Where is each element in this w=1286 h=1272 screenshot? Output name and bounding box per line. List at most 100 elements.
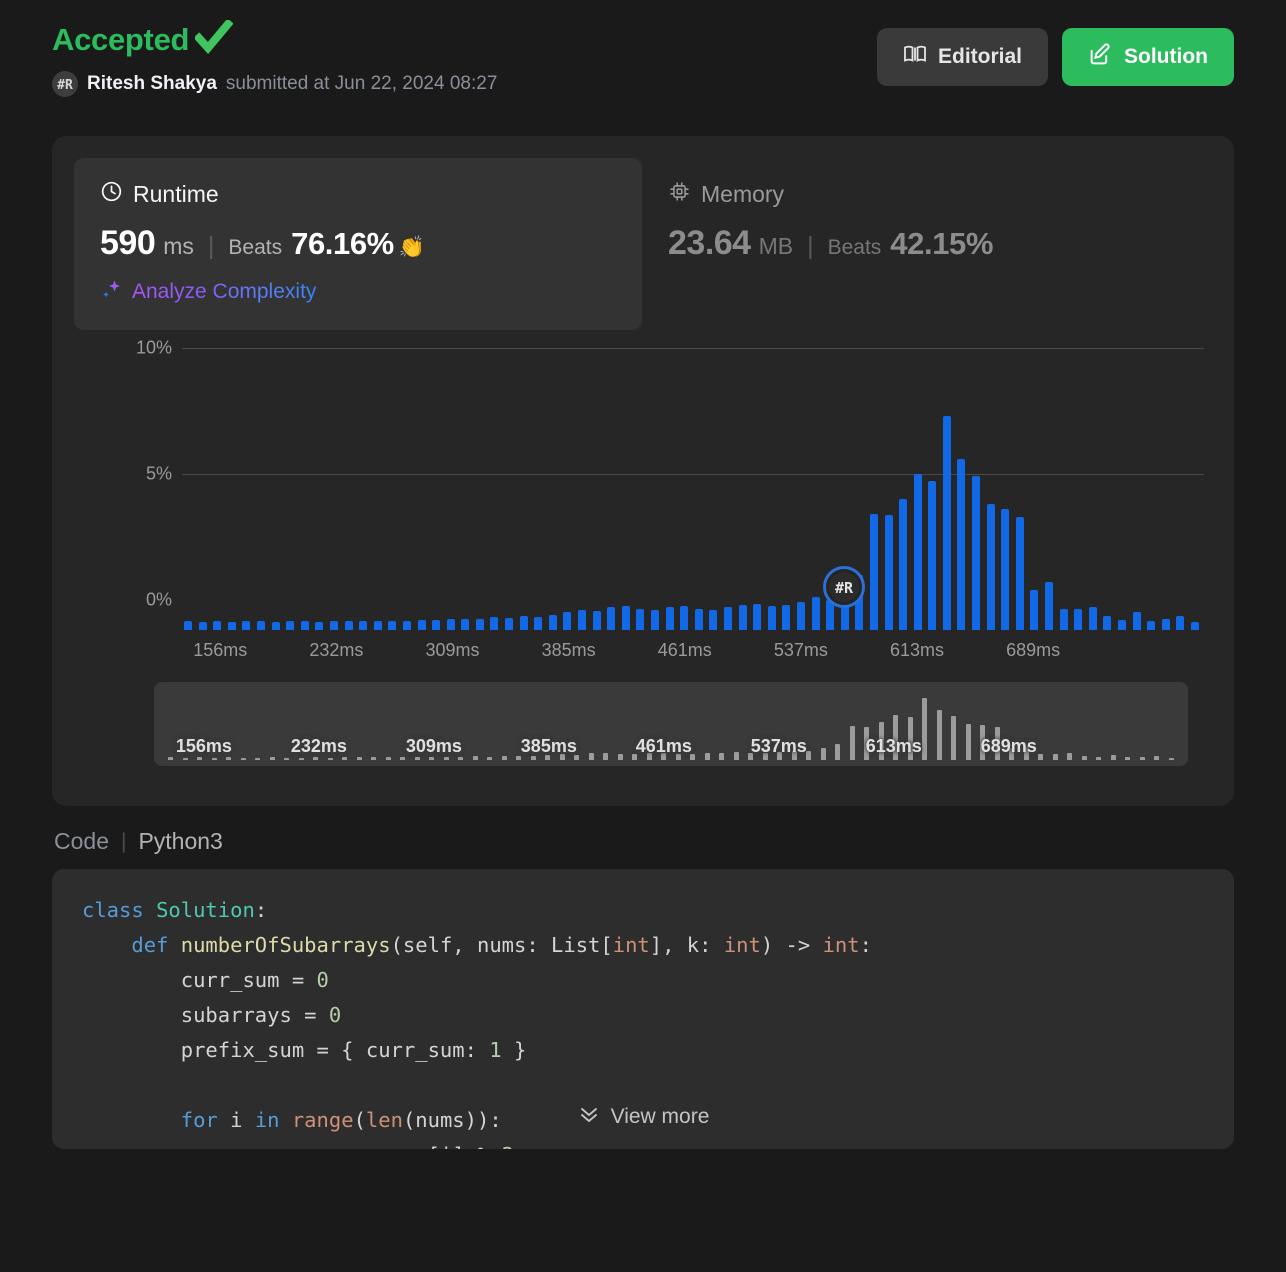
chart-bar[interactable] [330,621,338,630]
chart-bar[interactable] [359,621,367,630]
x-axis-tick: 613ms [890,640,944,661]
chart-bar[interactable] [199,622,207,630]
chart-bar[interactable] [315,622,323,630]
code-label: Code [54,828,109,855]
chart-bar[interactable] [1060,609,1068,630]
chart-bar[interactable] [870,514,878,630]
chart-bar[interactable] [987,504,995,630]
chart-bar[interactable] [709,610,717,630]
chart-bar[interactable] [797,602,805,630]
code-token: 0 [317,968,329,992]
chart-bar[interactable] [388,621,396,630]
chart-bar[interactable] [432,620,440,630]
avatar[interactable]: #R [52,71,78,97]
chart-bar[interactable] [184,621,192,630]
chart-bar[interactable] [812,597,820,630]
solution-button[interactable]: Solution [1062,28,1234,86]
chart-bar[interactable] [957,459,965,630]
chart-range-scrubber[interactable]: 156ms232ms309ms385ms461ms537ms613ms689ms [154,682,1188,766]
chart-bar[interactable] [447,619,455,630]
memory-unit: MB [759,233,794,260]
chip-icon [668,180,691,208]
chart-bar[interactable] [301,621,309,630]
svg-text:#R: #R [835,579,854,597]
chart-bar[interactable] [1191,622,1199,630]
runtime-card[interactable]: Runtime 590 ms | Beats 76.16% 👏 [74,158,642,330]
chart-bar[interactable] [490,617,498,630]
code-language[interactable]: Python3 [138,828,222,855]
stats-panel: Runtime 590 ms | Beats 76.16% 👏 [52,136,1234,806]
chart-bar[interactable] [257,621,265,630]
chart-bar[interactable] [943,416,951,630]
chart-bar[interactable] [1045,582,1053,630]
chart-bar[interactable] [563,612,571,630]
chart-bar[interactable] [534,617,542,630]
chart-bar[interactable] [724,607,732,630]
view-more-button[interactable]: View more [52,1102,1234,1131]
chart-bar[interactable] [768,606,776,630]
analyze-complexity-button[interactable]: Analyze Complexity [100,277,616,306]
chart-bar[interactable] [1074,609,1082,630]
chart-bar[interactable] [899,499,907,630]
x-axis-tick: 309ms [425,640,479,661]
chart-bar[interactable] [1030,590,1038,630]
memory-values: 23.64 MB | Beats 42.15% [668,224,1184,263]
chart-bar[interactable] [928,481,936,630]
chart-bar[interactable] [1103,616,1111,630]
solution-label: Solution [1124,45,1208,69]
code-token: ], k: [650,933,724,957]
submitter-name[interactable]: Ritesh Shakya [87,73,217,95]
chart-bar[interactable] [418,620,426,630]
chart-bar[interactable] [1001,509,1009,630]
chart-bar[interactable] [695,609,703,630]
chart-bar[interactable] [1147,621,1155,630]
chart-bar[interactable] [228,622,236,630]
code-token: 2 [502,1143,514,1149]
chart-bar[interactable] [272,622,280,630]
chart-bar[interactable] [885,515,893,630]
chart-bar[interactable] [549,615,557,630]
chart-bar[interactable] [520,616,528,630]
analyze-complexity-label: Analyze Complexity [132,280,316,304]
chart-bar[interactable] [651,610,659,630]
chart-bar[interactable] [374,621,382,630]
chart-bar[interactable] [593,611,601,630]
chart-bar[interactable] [739,605,747,630]
minimap-x-axis-tick: 461ms [636,736,692,757]
chart-bar[interactable] [1089,607,1097,630]
chart-bar[interactable] [403,621,411,630]
svg-text:#R: #R [57,78,73,93]
chart-bar[interactable] [1133,612,1141,630]
x-axis-tick: 689ms [1006,640,1060,661]
chart-bar[interactable] [636,609,644,630]
chart-bar[interactable] [1162,619,1170,630]
metrics-row: Runtime 590 ms | Beats 76.16% 👏 [74,158,1212,330]
minimap-x-axis-tick: 309ms [406,736,462,757]
chart-bar[interactable] [578,610,586,630]
chart-bar[interactable] [1118,620,1126,630]
chart-bar[interactable] [286,621,294,630]
editorial-button[interactable]: Editorial [877,28,1048,86]
chart-bar[interactable] [753,604,761,630]
chart-bar[interactable] [666,607,674,630]
status-badge: Accepted [52,22,189,58]
runtime-distribution-chart[interactable]: 10%5%0% 156ms232ms309ms385ms461ms537ms61… [74,348,1212,678]
chart-bar[interactable] [476,619,484,630]
chart-bar[interactable] [782,605,790,630]
memory-card[interactable]: Memory 23.64 MB | Beats 42.15% [642,158,1210,287]
chart-bar[interactable] [607,607,615,630]
chart-bar[interactable] [242,621,250,630]
chart-bar[interactable] [461,619,469,630]
runtime-beats-label: Beats [228,236,282,260]
chart-bar[interactable] [1016,517,1024,630]
code-token: : [860,933,872,957]
chart-bar[interactable] [505,618,513,630]
code-token: prefix_sum = { curr_sum: [82,1038,489,1062]
chart-bar[interactable] [345,621,353,630]
chart-bar[interactable] [972,476,980,630]
chart-bar[interactable] [213,621,221,630]
chart-bar[interactable] [622,606,630,630]
chart-bar[interactable] [1176,616,1184,630]
chart-bar[interactable] [680,606,688,630]
chart-bar[interactable] [914,474,922,630]
